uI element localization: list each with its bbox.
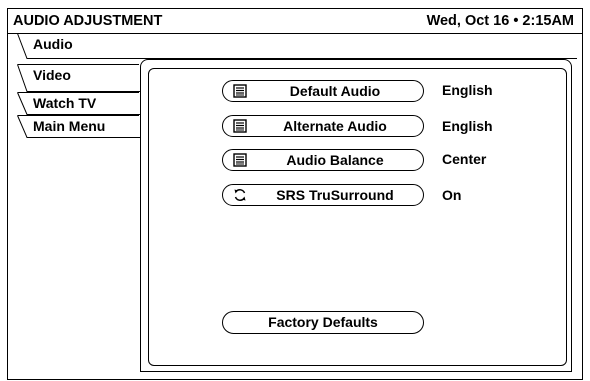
list-icon: [233, 84, 247, 98]
tab-label: Video: [33, 67, 71, 83]
setting-label: Alternate Audio: [283, 118, 387, 134]
tab-label: Audio: [33, 36, 73, 52]
date-time: Wed, Oct 16 • 2:15AM: [426, 13, 574, 29]
default-audio-value: English: [442, 82, 493, 98]
tab-label: Watch TV: [33, 95, 97, 111]
audio-balance-button[interactable]: Audio Balance: [222, 149, 424, 171]
tab-watch-tv[interactable]: Watch TV: [17, 92, 140, 115]
factory-defaults-button[interactable]: Factory Defaults: [222, 311, 424, 334]
list-icon: [233, 119, 247, 133]
srs-trusurround-button[interactable]: SRS TruSurround: [222, 184, 424, 206]
default-audio-button[interactable]: Default Audio: [222, 80, 424, 102]
alternate-audio-button[interactable]: Alternate Audio: [222, 115, 424, 137]
audio-balance-value: Center: [442, 151, 487, 167]
srs-trusurround-value: On: [442, 187, 462, 203]
setting-label: Default Audio: [289, 83, 381, 99]
page-title: AUDIO ADJUSTMENT: [13, 13, 163, 29]
header-bar: AUDIO ADJUSTMENT Wed, Oct 16 • 2:15AM: [8, 9, 582, 34]
tab-video[interactable]: Video: [17, 64, 140, 92]
tab-label: Main Menu: [33, 118, 106, 134]
tab-shape: [17, 33, 577, 59]
alternate-audio-value: English: [442, 118, 493, 134]
tab-main-menu[interactable]: Main Menu: [17, 115, 140, 138]
toggle-cycle-icon: [234, 189, 246, 201]
setting-label: Audio Balance: [286, 152, 384, 168]
list-icon: [233, 153, 247, 167]
tab-audio[interactable]: Audio: [17, 33, 577, 59]
setting-label: SRS TruSurround: [276, 187, 394, 203]
